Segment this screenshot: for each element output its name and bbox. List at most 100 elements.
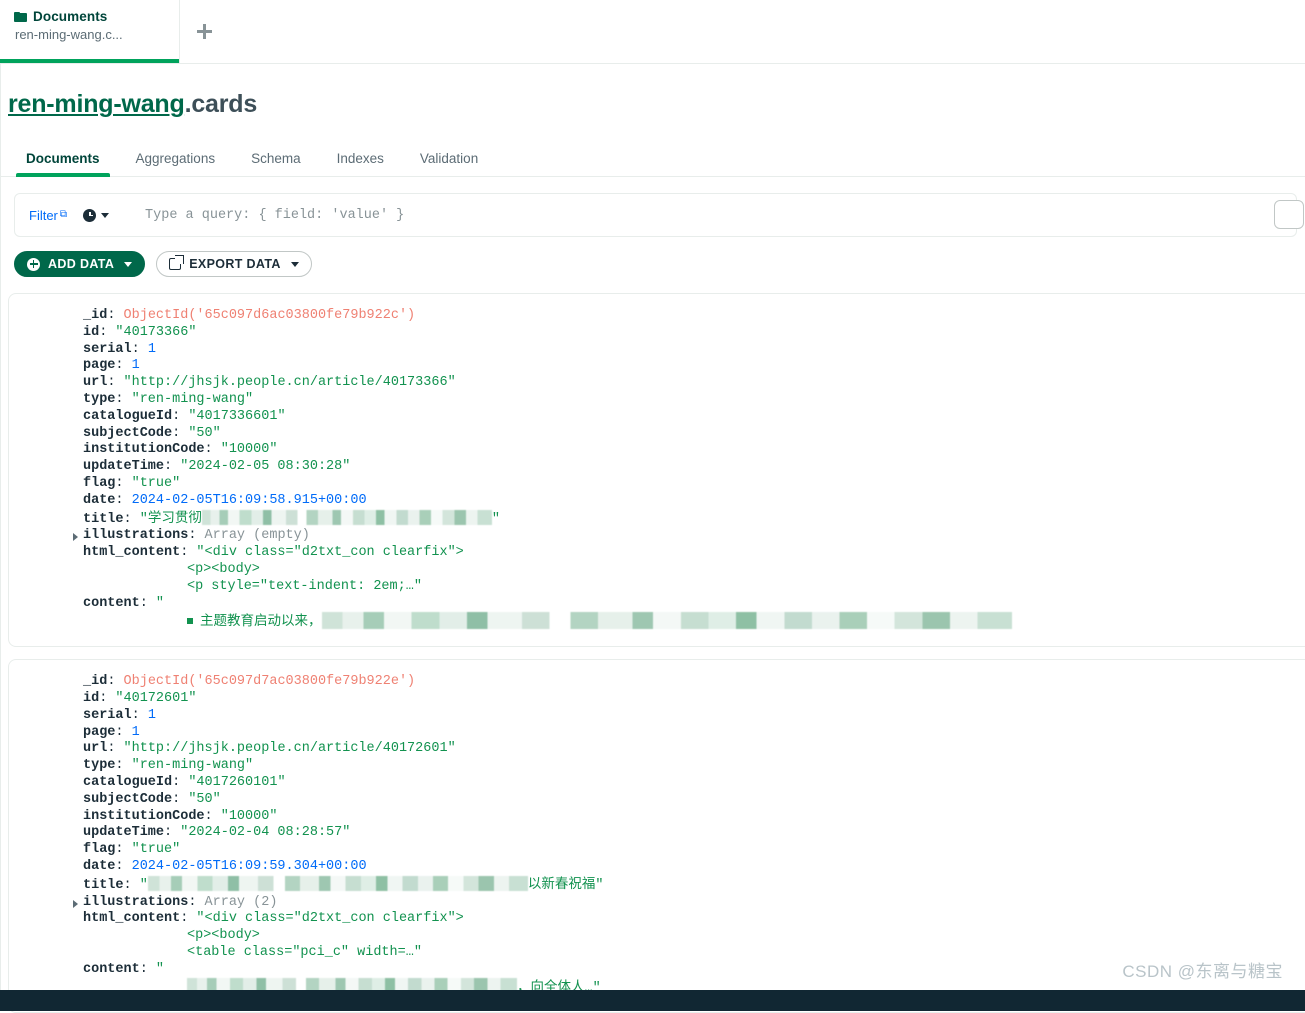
bullet-icon — [187, 618, 193, 625]
field-value: <p style="text-indent: 2em;…" — [187, 578, 422, 594]
field-key: catalogueId — [83, 774, 173, 790]
filter-label-link[interactable]: Filter ⧉ — [29, 208, 67, 223]
field-value: "40173366" — [115, 324, 197, 340]
tab-aggregations[interactable]: Aggregations — [118, 151, 234, 176]
field-value: "<div class="d2txt_con clearfix"> — [196, 545, 464, 561]
document-field-array: illustrations: Array (empty) — [9, 528, 1305, 545]
field-value: ObjectId('65c097d7ac03800fe79b922e') — [123, 674, 416, 690]
field-value: "50" — [188, 425, 221, 441]
field-value: "<div class="d2txt_con clearfix"> — [196, 911, 464, 927]
document-field: id: "40173366" — [83, 324, 197, 340]
redacted-text — [321, 612, 1012, 630]
breadcrumb-database[interactable]: ren-ming-wang — [8, 90, 185, 118]
tab-documents[interactable]: Documents — [8, 151, 118, 177]
plus-circle-icon — [27, 257, 40, 271]
field-key: serial — [83, 341, 132, 357]
workspace-tab-documents[interactable]: Documents ren-ming-wang.c... — [0, 0, 180, 63]
field-key: title — [83, 511, 124, 527]
field-key: type — [83, 758, 116, 774]
field-key: illustrations — [83, 528, 189, 544]
document-field-continuation: <p style="text-indent: 2em;…" — [9, 579, 1305, 596]
field-value: 1 — [147, 707, 156, 723]
document-field: url: "http://jhsjk.people.cn/article/401… — [83, 375, 456, 391]
field-key: date — [83, 492, 116, 508]
document-field-array: illustrations: Array (2) — [9, 895, 1305, 912]
document-field: content: " — [83, 595, 165, 611]
chevron-down-icon — [290, 261, 299, 267]
document-field-continuation: <table class="pci_c" width=…" — [9, 945, 1305, 962]
query-bar: Filter ⧉ — [14, 193, 1304, 237]
field-value: "40172601" — [115, 690, 197, 706]
csdn-watermark: CSDN @东离与糖宝 — [1122, 962, 1283, 981]
window-tab-bar: Documents ren-ming-wang.c... — [0, 0, 1305, 64]
tab-schema[interactable]: Schema — [233, 151, 319, 176]
document-field: institutionCode: "10000" — [83, 442, 278, 458]
field-value: " — [155, 595, 165, 611]
export-data-button[interactable]: EXPORT DATA — [156, 251, 312, 277]
field-value: 2024-02-05T16:09:59.304+00:00 — [131, 858, 367, 874]
field-key: illustrations — [83, 894, 189, 910]
tab-subtitle: ren-ming-wang.c... — [15, 27, 123, 42]
field-value: 1 — [147, 341, 156, 357]
field-key: flag — [83, 842, 116, 858]
left-rail-divider — [0, 63, 1, 990]
document-field-continuation: <p><body> — [9, 928, 1305, 945]
field-value: 主题教育启动以来， — [200, 615, 322, 631]
field-key: catalogueId — [83, 408, 173, 424]
field-key: url — [83, 741, 108, 757]
clock-icon — [83, 208, 97, 222]
document-field: type: "ren-ming-wang" — [83, 758, 254, 774]
field-value: " — [155, 961, 165, 977]
field-value: 1 — [131, 358, 140, 374]
field-value: "4017336601" — [188, 408, 286, 424]
document-field: flag: "true" — [83, 842, 181, 858]
tab-title-row: Documents — [14, 9, 165, 24]
field-value: Array (2) — [204, 894, 278, 910]
new-tab-button[interactable] — [180, 0, 228, 63]
field-value-suffix: " — [491, 511, 500, 527]
field-value: <table class="pci_c" width=…" — [187, 944, 422, 960]
redacted-text — [147, 875, 528, 891]
document-field: _id: ObjectId('65c097d6ac03800fe79b922c'… — [83, 308, 416, 323]
query-input[interactable] — [143, 206, 1286, 224]
add-data-button[interactable]: ADD DATA — [14, 251, 146, 277]
field-value: "10000" — [220, 442, 278, 458]
field-value: "ren-ming-wang" — [131, 758, 254, 774]
field-key: institutionCode — [83, 808, 205, 824]
data-actions-toolbar: ADD DATA EXPORT DATA — [14, 251, 1305, 277]
field-key: html_content — [83, 545, 181, 561]
tab-indexes[interactable]: Indexes — [319, 151, 402, 176]
page-title: ren-ming-wang.cards — [0, 64, 1305, 119]
field-value: "2024-02-04 08:28:57" — [180, 825, 351, 841]
document-card[interactable]: _id: ObjectId('65c097d6ac03800fe79b922c'… — [8, 293, 1305, 648]
field-value: "true" — [131, 475, 181, 491]
tab-validation[interactable]: Validation — [402, 151, 496, 176]
expand-triangle-icon[interactable] — [73, 899, 78, 908]
document-field: page: 1 — [83, 358, 140, 374]
chevron-down-icon — [124, 261, 133, 267]
chevron-down-icon — [101, 212, 110, 218]
field-key: content — [83, 961, 140, 977]
field-value: "ren-ming-wang" — [131, 391, 254, 407]
document-field: html_content: "<div class="d2txt_con cle… — [83, 911, 464, 927]
field-value: "50" — [188, 791, 221, 807]
field-key: date — [83, 858, 116, 874]
field-key: updateTime — [83, 459, 165, 475]
field-value: 1 — [131, 724, 140, 740]
find-button[interactable] — [1274, 200, 1304, 229]
field-key: subjectCode — [83, 791, 173, 807]
export-icon — [169, 258, 182, 270]
field-value: "学习贯彻 — [139, 511, 202, 527]
export-data-label: EXPORT DATA — [189, 257, 281, 271]
field-value: "true" — [131, 842, 181, 858]
document-card[interactable]: _id: ObjectId('65c097d7ac03800fe79b922e'… — [8, 659, 1305, 1013]
query-history-button[interactable] — [83, 208, 110, 222]
document-field: catalogueId: "4017260101" — [83, 774, 286, 790]
field-key: html_content — [83, 911, 181, 927]
document-field-title: title: "学习贯彻 " — [83, 509, 500, 527]
expand-triangle-icon[interactable] — [73, 533, 78, 542]
folder-icon — [14, 11, 27, 22]
document-field-content: 主题教育启动以来， — [9, 612, 1305, 632]
field-value: 2024-02-05T16:09:58.915+00:00 — [131, 492, 367, 508]
document-field: content: " — [83, 961, 165, 977]
